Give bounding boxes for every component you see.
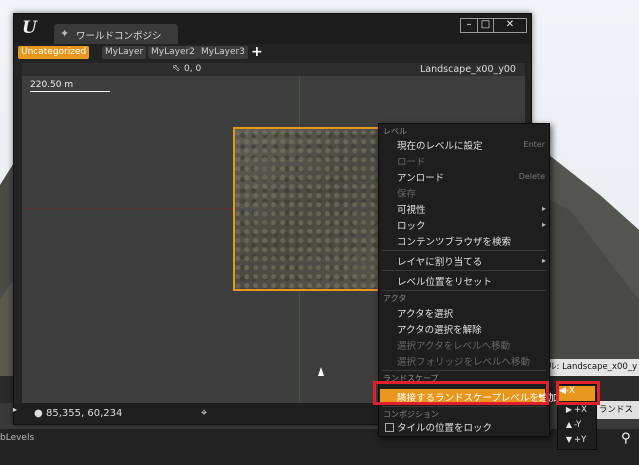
shortcut-enter: Enter xyxy=(523,140,545,149)
submenu-arrow-icon: ▸ xyxy=(541,204,546,213)
viewport-header: ⬁ 0, 0 Landscape_x00_y00 xyxy=(22,63,525,76)
menu-assign-to-layer[interactable]: レイヤに割り当てる xyxy=(397,254,482,268)
section-composition: コンポジション xyxy=(383,410,439,419)
levels-tab[interactable]: bLevels xyxy=(0,433,34,443)
menu-set-current-level[interactable]: 現在のレベルに設定 xyxy=(397,138,483,152)
menu-separator xyxy=(382,290,546,291)
menu-move-actors-to-level[interactable]: 選択アクタをレベルへ移動 xyxy=(397,338,510,352)
highlight-outline xyxy=(556,381,600,405)
title-bar[interactable]: U ✦ ワールドコンポジシ – □ ✕ xyxy=(14,14,531,44)
world-composition-icon: ✦ xyxy=(60,27,70,40)
add-layer-button[interactable]: + xyxy=(251,44,263,60)
menu-load[interactable]: ロード xyxy=(397,154,426,168)
menu-reset-level-position[interactable]: レベル位置をリセット xyxy=(397,274,492,288)
menu-deselect-actors[interactable]: アクタの選択を解除 xyxy=(397,322,482,336)
tab-label: ワールドコンポジシ xyxy=(76,31,162,42)
menu-visibility[interactable]: 可視性 xyxy=(397,202,426,216)
menu-separator xyxy=(382,406,546,407)
unreal-logo-icon: U xyxy=(22,18,37,38)
menu-select-actors[interactable]: アクタを選択 xyxy=(397,306,453,320)
hovered-level-name: Landscape_x00_y00 xyxy=(420,64,516,75)
menu-lock-tile-location[interactable]: タイルの位置をロック xyxy=(397,420,492,434)
submenu-neg-y-label: -Y xyxy=(574,420,582,430)
menu-separator xyxy=(382,250,546,251)
shortcut-delete: Delete xyxy=(518,172,545,181)
viewport-coordinates: 0, 0 xyxy=(184,64,202,74)
submenu-item-neg-y[interactable]: ▲ -Y xyxy=(558,417,596,432)
submenu-pos-x-label: +X xyxy=(574,405,587,415)
menu-save[interactable]: 保存 xyxy=(397,186,416,200)
scale-bar xyxy=(30,91,110,92)
expand-arrow-icon[interactable]: ▸ xyxy=(13,405,17,414)
lock-tiles-checkbox[interactable] xyxy=(385,423,394,432)
minimize-button[interactable]: – xyxy=(460,18,478,33)
submenu-arrow-icon: ▸ xyxy=(541,256,546,265)
layer-mylayer[interactable]: MyLayer xyxy=(102,46,147,59)
submenu-pos-y-label: +Y xyxy=(574,435,587,445)
mouse-coordinates: 85,355, 60,234 xyxy=(46,408,123,419)
cursor-arrow-icon xyxy=(318,367,324,376)
submenu-item-pos-y[interactable]: ▼ +Y xyxy=(558,432,596,447)
scale-label: 220.50 m xyxy=(30,80,74,90)
menu-lock[interactable]: ロック xyxy=(397,218,426,232)
close-button[interactable]: ✕ xyxy=(493,18,527,33)
section-level: レベル xyxy=(383,127,407,136)
maximize-button[interactable]: □ xyxy=(477,18,494,33)
search-icon[interactable]: ⚲ xyxy=(621,431,631,446)
location-pin-icon: ● xyxy=(34,408,43,419)
crosshair-icon[interactable]: ⌖ xyxy=(201,406,207,420)
arrow-up-icon: ▲ xyxy=(565,420,572,429)
level-details-label: ル: Landscape_x00_y xyxy=(545,359,639,375)
layer-bar: Uncategorized MyLayer MyLayer2 MyLayer3 … xyxy=(14,44,531,60)
highlight-outline xyxy=(373,381,549,405)
menu-find-in-content-browser[interactable]: コンテンツブラウザを検索 xyxy=(397,234,511,248)
tab-world-composition[interactable]: ✦ ワールドコンポジシ xyxy=(54,24,178,44)
cursor-position-icon: ⬁ xyxy=(172,63,181,74)
layer-uncategorized[interactable]: Uncategorized xyxy=(18,46,90,59)
layer-mylayer2[interactable]: MyLayer2 xyxy=(148,46,198,59)
menu-unload[interactable]: アンロード xyxy=(397,170,444,184)
menu-separator xyxy=(382,370,546,371)
menu-separator xyxy=(382,270,546,271)
submenu-arrow-icon: ▸ xyxy=(541,220,546,229)
landscape-tile-selected[interactable] xyxy=(233,127,397,291)
menu-move-foliage-to-level[interactable]: 選択フォリッジをレベルへ移動 xyxy=(397,354,530,368)
layer-mylayer3[interactable]: MyLayer3 xyxy=(198,46,248,59)
section-actor: アクタ xyxy=(383,294,407,303)
arrow-down-icon: ▼ xyxy=(565,435,572,444)
